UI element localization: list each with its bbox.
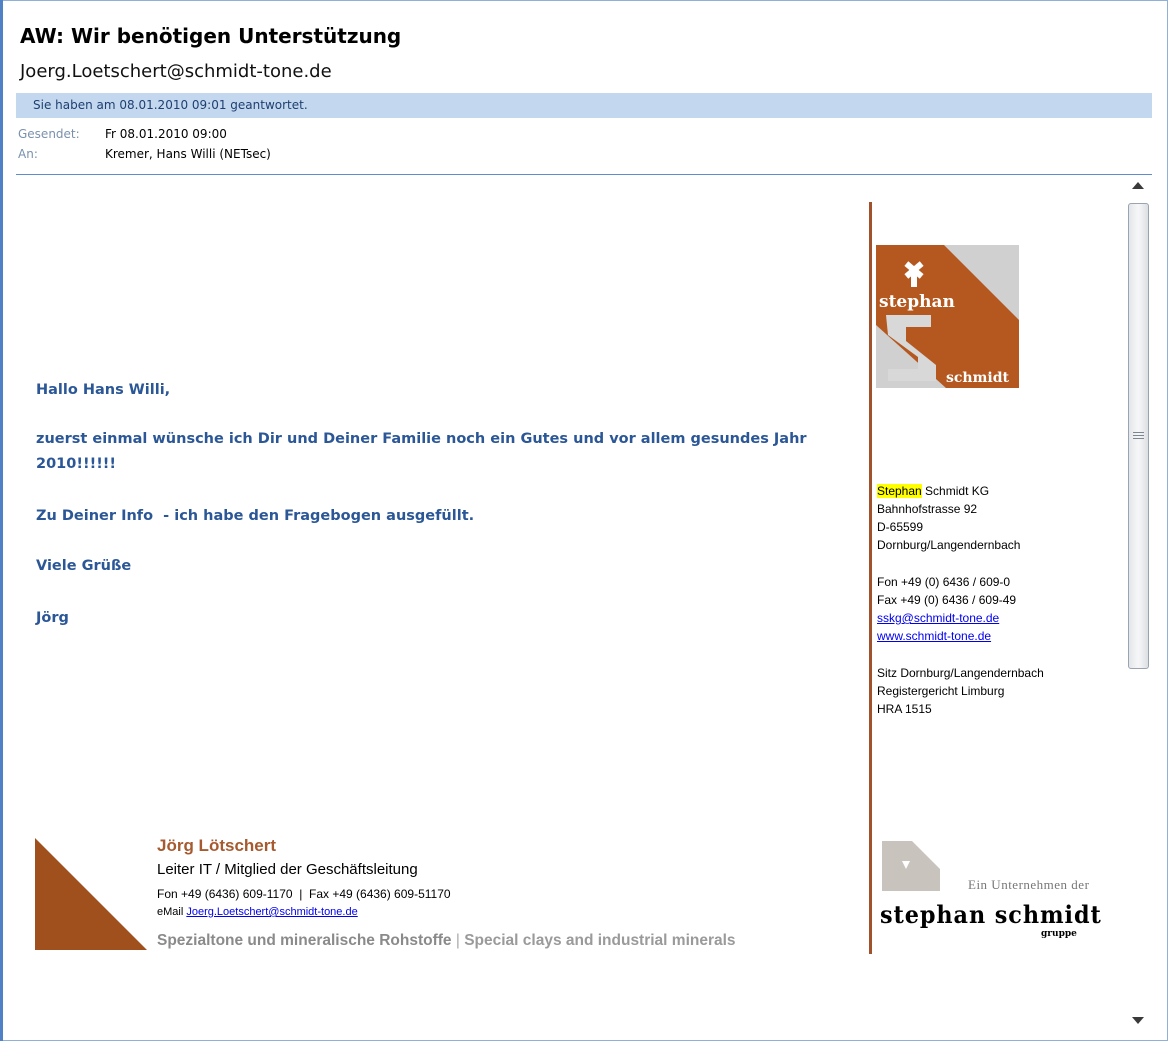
company-street: Bahnhofstrasse 92 bbox=[877, 502, 978, 516]
window-left-border bbox=[0, 0, 3, 1041]
replied-info-bar[interactable]: Sie haben am 08.01.2010 09:01 geantworte… bbox=[16, 93, 1152, 118]
company-zip: D-65599 bbox=[877, 520, 924, 534]
company-email-row: sskg@schmidt-tone.de bbox=[877, 609, 999, 627]
closing: Viele Grüße bbox=[36, 558, 132, 574]
sent-row: Gesendet: Fr 08.01.2010 09:00 bbox=[18, 127, 227, 141]
tagline-de: Spezialtone und mineralische Rohstoffe bbox=[157, 932, 452, 949]
company-name-rest: Schmidt KG bbox=[921, 484, 990, 498]
company-name-highlight: Stephan bbox=[877, 484, 922, 498]
scroll-grip-icon bbox=[1133, 432, 1144, 440]
message-subject: AW: Wir benötigen Unterstützung bbox=[20, 24, 402, 48]
company-name: Stephan Schmidt KG bbox=[877, 482, 989, 500]
group-tagline: Ein Unternehmen der bbox=[968, 877, 1090, 892]
signature-divider bbox=[869, 202, 872, 954]
header-separator bbox=[16, 174, 1152, 175]
logo-text-bottom: schmidt bbox=[946, 370, 1010, 386]
sent-value: Fr 08.01.2010 09:00 bbox=[105, 127, 227, 141]
signature-email-label: eMail bbox=[157, 906, 187, 918]
group-name: stephan schmidt bbox=[880, 900, 1102, 929]
company-fax: Fax +49 (0) 6436 / 609-49 bbox=[877, 593, 1017, 607]
company-email-link[interactable]: sskg@schmidt-tone.de bbox=[877, 611, 999, 625]
to-row: An: Kremer, Hans Willi (NETsec) bbox=[18, 147, 271, 161]
company-fon: Fon +49 (0) 6436 / 609-0 bbox=[877, 575, 1011, 589]
group-logo-icon bbox=[882, 841, 940, 891]
sender-address[interactable]: Joerg.Loetschert@schmidt-tone.de bbox=[20, 61, 332, 82]
company-seat: Sitz Dornburg/Langendernbach bbox=[877, 666, 1044, 680]
sent-label: Gesendet: bbox=[18, 127, 80, 141]
signature-tagline: Spezialtone und mineralische Rohstoffe |… bbox=[157, 932, 736, 950]
paragraph-1-line-1: zuerst einmal wünsche ich Dir und Deiner… bbox=[36, 431, 807, 447]
paragraph-2: Zu Deiner Info - ich habe den Fragebogen… bbox=[36, 508, 475, 524]
company-web-link[interactable]: www.schmidt-tone.de bbox=[877, 629, 991, 643]
signature-name: Jörg Lötschert bbox=[157, 836, 277, 855]
tagline-separator: | bbox=[451, 932, 465, 949]
paragraph-1-line-2: 2010!!!!!! bbox=[36, 456, 117, 472]
tagline-en: Special clays and industrial minerals bbox=[464, 932, 736, 949]
group-sub: gruppe bbox=[1041, 929, 1077, 939]
logo-text-top: stephan bbox=[879, 292, 955, 312]
sender-first-name: Jörg bbox=[36, 610, 69, 626]
signature-email-row: eMail Joerg.Loetschert@schmidt-tone.de bbox=[157, 906, 358, 918]
stephan-schmidt-logo: stephan schmidt bbox=[876, 245, 1019, 388]
signature-fon-fax: Fon +49 (6436) 609-1170 | Fax +49 (6436)… bbox=[157, 887, 451, 901]
to-label: An: bbox=[18, 147, 38, 161]
scroll-down-arrow-icon[interactable] bbox=[1132, 1017, 1144, 1024]
signature-email-link[interactable]: Joerg.Loetschert@schmidt-tone.de bbox=[186, 906, 357, 918]
company-city: Dornburg/Langendernbach bbox=[877, 538, 1021, 552]
greeting: Hallo Hans Willi, bbox=[36, 382, 171, 398]
company-web-row: www.schmidt-tone.de bbox=[877, 627, 991, 645]
scroll-up-arrow-icon[interactable] bbox=[1132, 182, 1144, 189]
signature-triangle-logo bbox=[35, 838, 147, 950]
company-hra: HRA 1515 bbox=[877, 702, 932, 716]
to-recipient[interactable]: Kremer, Hans Willi (NETsec) bbox=[105, 147, 271, 161]
signature-role: Leiter IT / Mitglied der Geschäftsleitun… bbox=[157, 861, 418, 878]
company-register: Registergericht Limburg bbox=[877, 684, 1005, 698]
